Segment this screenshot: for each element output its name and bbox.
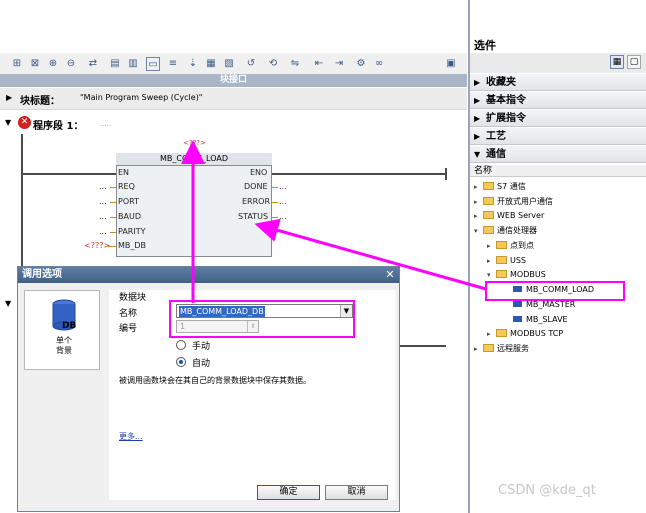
highlight-box-name — [169, 300, 355, 338]
annotation-overlay — [169, 140, 625, 338]
highlight-box-catalog — [485, 281, 625, 301]
annotation-arrow-catalog — [254, 218, 487, 291]
watermark-text: CSDN @kde_qt — [498, 483, 596, 498]
